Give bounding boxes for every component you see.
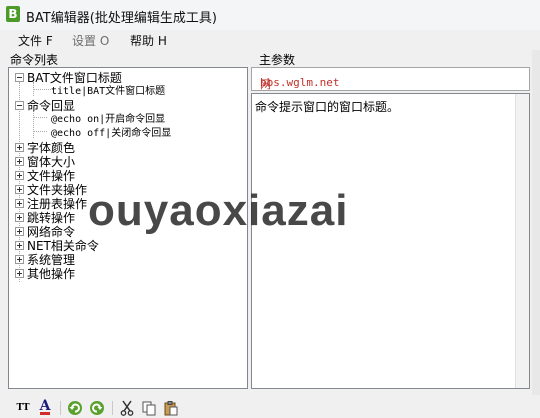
font-color-icon[interactable]: A bbox=[36, 398, 54, 416]
expand-icon[interactable] bbox=[15, 143, 24, 152]
command-list-label: 命令列表 bbox=[10, 53, 59, 67]
toolbar-separator bbox=[112, 401, 113, 415]
tree-connector bbox=[33, 131, 47, 132]
tree-node-system-admin[interactable]: 系统管理 bbox=[15, 253, 75, 267]
collapse-icon[interactable] bbox=[15, 73, 24, 82]
copy-icon[interactable] bbox=[140, 400, 158, 416]
expand-icon[interactable] bbox=[15, 171, 24, 180]
redo-icon[interactable] bbox=[88, 400, 106, 416]
window-edge bbox=[532, 50, 540, 395]
tree-node-jump-ops[interactable]: 跳转操作 bbox=[15, 211, 75, 225]
tree-node-folder-ops[interactable]: 文件夹操作 bbox=[15, 183, 87, 197]
menu-help[interactable]: 帮助 H bbox=[130, 32, 167, 49]
expand-icon[interactable] bbox=[15, 213, 24, 222]
bottom-toolbar: TT A bbox=[0, 398, 540, 418]
vertical-scrollbar[interactable] bbox=[515, 94, 529, 388]
tree-connector bbox=[33, 110, 34, 138]
expand-icon[interactable] bbox=[15, 157, 24, 166]
cut-icon[interactable] bbox=[118, 400, 136, 416]
main-params-label: 主参数 bbox=[259, 53, 296, 67]
undo-icon[interactable] bbox=[66, 400, 84, 416]
description-panel[interactable]: 命令提示窗口的窗口标题。 bbox=[251, 93, 530, 389]
brand-url: bbs.wglm.net bbox=[260, 76, 340, 89]
tree-leaf-echo-off[interactable]: @echo off|关闭命令回显 bbox=[51, 127, 171, 141]
tree-node-font-color[interactable]: 字体颜色 bbox=[15, 141, 75, 155]
tree-node-file-ops[interactable]: 文件操作 bbox=[15, 169, 75, 183]
tree-connector bbox=[33, 89, 53, 90]
expand-icon[interactable] bbox=[15, 241, 24, 250]
window-title: BAT编辑器(批处理编辑生成工具) bbox=[26, 11, 217, 26]
paste-icon[interactable] bbox=[162, 400, 180, 416]
tree-leaf-title[interactable]: title|BAT文件窗口标题 bbox=[51, 85, 165, 99]
expand-icon[interactable] bbox=[15, 269, 24, 278]
collapse-icon[interactable] bbox=[15, 101, 24, 110]
expand-icon[interactable] bbox=[15, 185, 24, 194]
tree-node-net-commands[interactable]: NET相关命令 bbox=[15, 239, 99, 253]
watermark-text: ouyaoxiazai bbox=[88, 186, 349, 235]
title-bar: B BAT编辑器(批处理编辑生成工具) bbox=[0, 0, 540, 30]
menu-file[interactable]: 文件 F bbox=[18, 32, 53, 49]
main-param-field[interactable]: 网管联盟 bbs.wglm.net bbox=[251, 67, 530, 139]
toolbar-separator bbox=[60, 401, 61, 415]
tree-leaf-echo-on[interactable]: @echo on|开启命令回显 bbox=[51, 113, 165, 127]
menu-bar: 文件 F 设置 O 帮助 H bbox=[0, 30, 540, 50]
tree-node-other-ops[interactable]: 其他操作 bbox=[15, 267, 75, 281]
tree-node-registry-ops[interactable]: 注册表操作 bbox=[15, 197, 87, 211]
menu-settings[interactable]: 设置 O bbox=[72, 32, 109, 49]
expand-icon[interactable] bbox=[15, 227, 24, 236]
tree-node-network[interactable]: 网络命令 bbox=[15, 225, 75, 239]
font-size-glyph: TT bbox=[16, 403, 30, 413]
font-size-icon[interactable]: TT bbox=[14, 400, 32, 416]
tree-node-window-size[interactable]: 窗体大小 bbox=[15, 155, 75, 169]
font-color-glyph: A bbox=[39, 398, 51, 415]
tree-node-bat-title[interactable]: BAT文件窗口标题 bbox=[15, 71, 122, 85]
tree-connector bbox=[33, 117, 47, 118]
expand-icon[interactable] bbox=[15, 255, 24, 264]
expand-icon[interactable] bbox=[15, 199, 24, 208]
app-icon: B bbox=[6, 6, 20, 22]
description-text: 命令提示窗口的窗口标题。 bbox=[255, 100, 400, 114]
tree-node-echo[interactable]: 命令回显 bbox=[15, 99, 75, 113]
